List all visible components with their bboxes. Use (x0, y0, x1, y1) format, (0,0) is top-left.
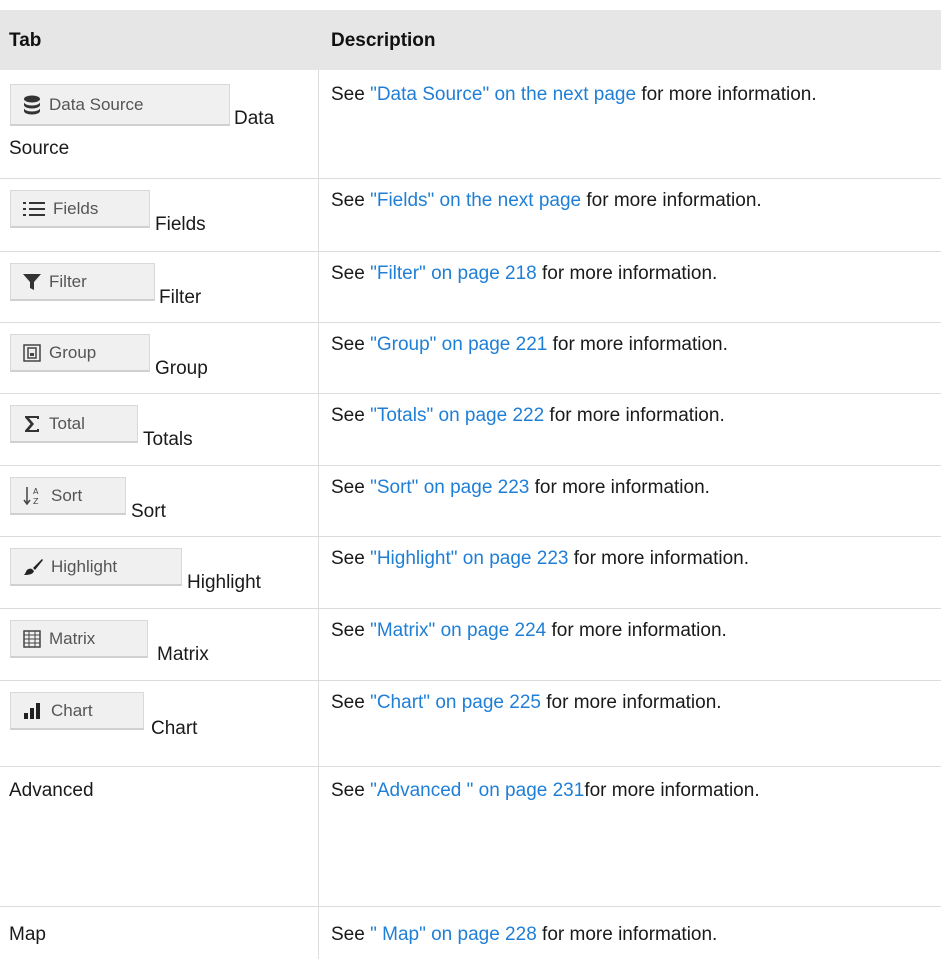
table-header: Tab Description (0, 10, 941, 70)
data-source-link[interactable]: "Data Source" on the next page (370, 84, 636, 105)
totals-link[interactable]: "Totals" on page 222 (370, 405, 544, 426)
table-row-highlight: Highlight Highlight See "Highlight" on p… (0, 536, 941, 609)
header-description: Description (331, 30, 436, 51)
row-description: See "Highlight" on page 223 for more inf… (331, 548, 750, 569)
row-description: See "Group" on page 221 for more informa… (331, 334, 728, 355)
row-description: See "Advanced " on page 231for more info… (331, 780, 760, 801)
tab-label: Data (234, 108, 275, 129)
chart-tab-button[interactable]: Chart (10, 692, 144, 730)
sort-link[interactable]: "Sort" on page 223 (370, 477, 529, 498)
matrix-icon (23, 629, 41, 648)
table-row-filter: Filter Filter See "Filter" on page 218 f… (0, 251, 941, 323)
highlight-tab-button[interactable]: Highlight (10, 548, 182, 586)
svg-text:Z: Z (33, 497, 39, 506)
row-description: See "Matrix" on page 224 for more inform… (331, 620, 727, 641)
row-description: See "Data Source" on the next page for m… (331, 84, 817, 105)
tab-label: Sort (131, 501, 166, 522)
table-row-totals: Total Totals See "Totals" on page 222 fo… (0, 393, 941, 466)
tab-label: Fields (155, 214, 206, 235)
highlight-button-label: Highlight (51, 556, 118, 576)
data-source-tab-button[interactable]: Data Source (10, 84, 230, 126)
table-row-map: Map See " Map" on page 228 for more info… (0, 906, 941, 959)
fields-button-label: Fields (53, 198, 99, 218)
total-tab-button[interactable]: Total (10, 405, 138, 443)
matrix-tab-button[interactable]: Matrix (10, 620, 148, 658)
sort-button-label: Sort (51, 485, 83, 505)
filter-tab-button[interactable]: Filter (10, 263, 155, 301)
tab-label-cont: Source (9, 138, 70, 159)
table-row-advanced: Advanced See "Advanced " on page 231for … (0, 766, 941, 907)
fields-link[interactable]: "Fields" on the next page (370, 190, 581, 211)
table-row-chart: Chart Chart See "Chart" on page 225 for … (0, 680, 941, 767)
table-row-data-source: Data Source Data Source See "Data Source… (0, 70, 941, 179)
tab-label: Filter (159, 287, 202, 308)
row-description: See "Chart" on page 225 for more informa… (331, 692, 722, 713)
tab-label: Chart (151, 718, 198, 739)
brush-icon (24, 558, 43, 575)
matrix-button-label: Matrix (49, 628, 96, 648)
highlight-link[interactable]: "Highlight" on page 223 (370, 548, 568, 569)
matrix-link[interactable]: "Matrix" on page 224 (370, 620, 546, 641)
total-button-label: Total (49, 413, 85, 433)
table-row-fields: Fields Fields See "Fields" on the next p… (0, 178, 941, 252)
row-description: See "Sort" on page 223 for more informat… (331, 477, 710, 498)
bar-chart-icon (24, 702, 40, 719)
filter-icon (23, 273, 41, 290)
chart-link[interactable]: "Chart" on page 225 (370, 692, 541, 713)
filter-button-label: Filter (49, 271, 87, 291)
table-row-sort: A Z Sort Sort See "Sort" on page 223 for… (0, 465, 941, 537)
row-description: See " Map" on page 228 for more informat… (331, 924, 718, 945)
row-description: See "Totals" on page 222 for more inform… (331, 405, 725, 426)
row-description: See "Fields" on the next page for more i… (331, 190, 762, 211)
svg-text:A: A (33, 487, 39, 496)
sort-tab-button[interactable]: A Z Sort (10, 477, 126, 515)
map-link[interactable]: " Map" on page 228 (370, 924, 537, 945)
list-icon (23, 201, 45, 216)
group-icon (23, 343, 41, 362)
database-icon (24, 95, 40, 114)
advanced-link[interactable]: "Advanced " on page 231 (370, 780, 584, 801)
filter-link[interactable]: "Filter" on page 218 (370, 263, 537, 284)
row-description: See "Filter" on page 218 for more inform… (331, 263, 718, 284)
tab-label: Highlight (187, 572, 261, 593)
fields-tab-button[interactable]: Fields (10, 190, 150, 228)
tab-label: Map (9, 924, 46, 945)
group-link[interactable]: "Group" on page 221 (370, 334, 547, 355)
sort-az-icon: A Z (23, 486, 39, 506)
tab-label: Advanced (9, 780, 94, 801)
group-button-label: Group (49, 342, 97, 362)
tab-label: Matrix (157, 644, 209, 665)
tab-label: Group (155, 358, 208, 379)
header-tab: Tab (9, 30, 42, 51)
group-tab-button[interactable]: Group (10, 334, 150, 372)
table-row-group: Group Group See "Group" on page 221 for … (0, 322, 941, 394)
sigma-icon (25, 415, 39, 432)
chart-button-label: Chart (51, 700, 93, 720)
tab-label: Totals (143, 429, 193, 450)
table-row-matrix: Matrix Matrix See "Matrix" on page 224 f… (0, 608, 941, 681)
data-source-button-label: Data Source (49, 94, 144, 114)
